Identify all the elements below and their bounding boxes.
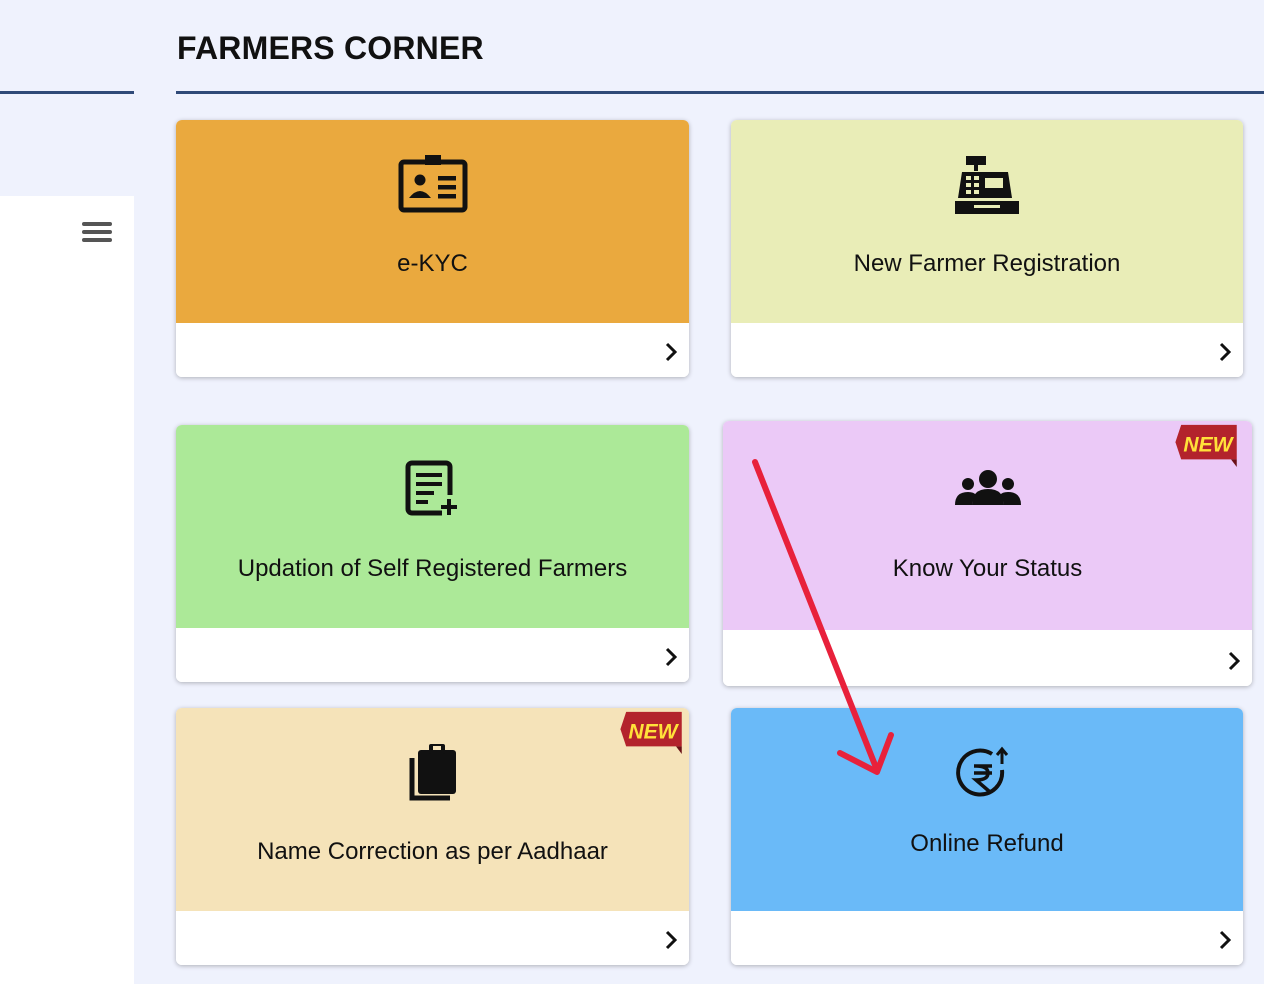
- rupee-refund-icon: [952, 746, 1022, 808]
- card-footer[interactable]: [176, 911, 689, 965]
- card-new-farmer-registration[interactable]: New Farmer Registration: [731, 120, 1243, 377]
- card-label: Updation of Self Registered Farmers: [237, 555, 628, 582]
- card-footer[interactable]: [176, 628, 689, 682]
- card-header: Online Refund: [731, 708, 1243, 911]
- card-know-your-status[interactable]: Know Your Status NEW: [723, 421, 1252, 686]
- card-header: New Farmer Registration: [731, 120, 1243, 323]
- left-sidebar-panel: [0, 196, 134, 984]
- chevron-right-icon[interactable]: [663, 646, 679, 668]
- users-group-icon: [953, 459, 1023, 521]
- card-online-refund[interactable]: Online Refund: [731, 708, 1243, 965]
- section-divider: [176, 91, 1264, 94]
- card-footer[interactable]: [731, 323, 1243, 377]
- clipboard-icon: [398, 742, 468, 804]
- card-label: Online Refund: [910, 830, 1064, 857]
- card-footer[interactable]: [723, 630, 1252, 686]
- chevron-right-icon[interactable]: [663, 929, 679, 951]
- chevron-right-icon[interactable]: [1226, 650, 1242, 672]
- section-title: FARMERS CORNER: [177, 30, 484, 66]
- new-badge-text: NEW: [628, 721, 679, 744]
- card-header: e-KYC: [176, 120, 689, 323]
- card-ekyc[interactable]: e-KYC: [176, 120, 689, 377]
- edit-document-icon: [398, 459, 468, 521]
- card-label: Name Correction as per Aadhaar: [257, 838, 608, 865]
- card-header: Updation of Self Registered Farmers: [176, 425, 689, 628]
- new-badge: NEW: [617, 708, 689, 754]
- card-footer[interactable]: [731, 911, 1243, 965]
- hamburger-menu-icon[interactable]: [82, 222, 112, 246]
- card-updation-self-registered-farmers[interactable]: Updation of Self Registered Farmers: [176, 425, 689, 682]
- card-footer[interactable]: [176, 323, 689, 377]
- chevron-right-icon[interactable]: [1217, 341, 1233, 363]
- new-badge-text: NEW: [1183, 434, 1234, 457]
- left-divider: [0, 91, 134, 94]
- card-header: Know Your Status NEW: [723, 421, 1252, 630]
- card-label: Know Your Status: [892, 555, 1083, 582]
- card-label: New Farmer Registration: [853, 250, 1121, 277]
- chevron-right-icon[interactable]: [1217, 929, 1233, 951]
- new-badge: NEW: [1172, 421, 1244, 467]
- card-name-correction[interactable]: Name Correction as per Aadhaar NEW: [176, 708, 689, 965]
- id-card-icon: [398, 154, 468, 216]
- chevron-right-icon[interactable]: [663, 341, 679, 363]
- card-label: e-KYC: [397, 250, 468, 277]
- card-header: Name Correction as per Aadhaar NEW: [176, 708, 689, 911]
- cash-register-icon: [952, 154, 1022, 216]
